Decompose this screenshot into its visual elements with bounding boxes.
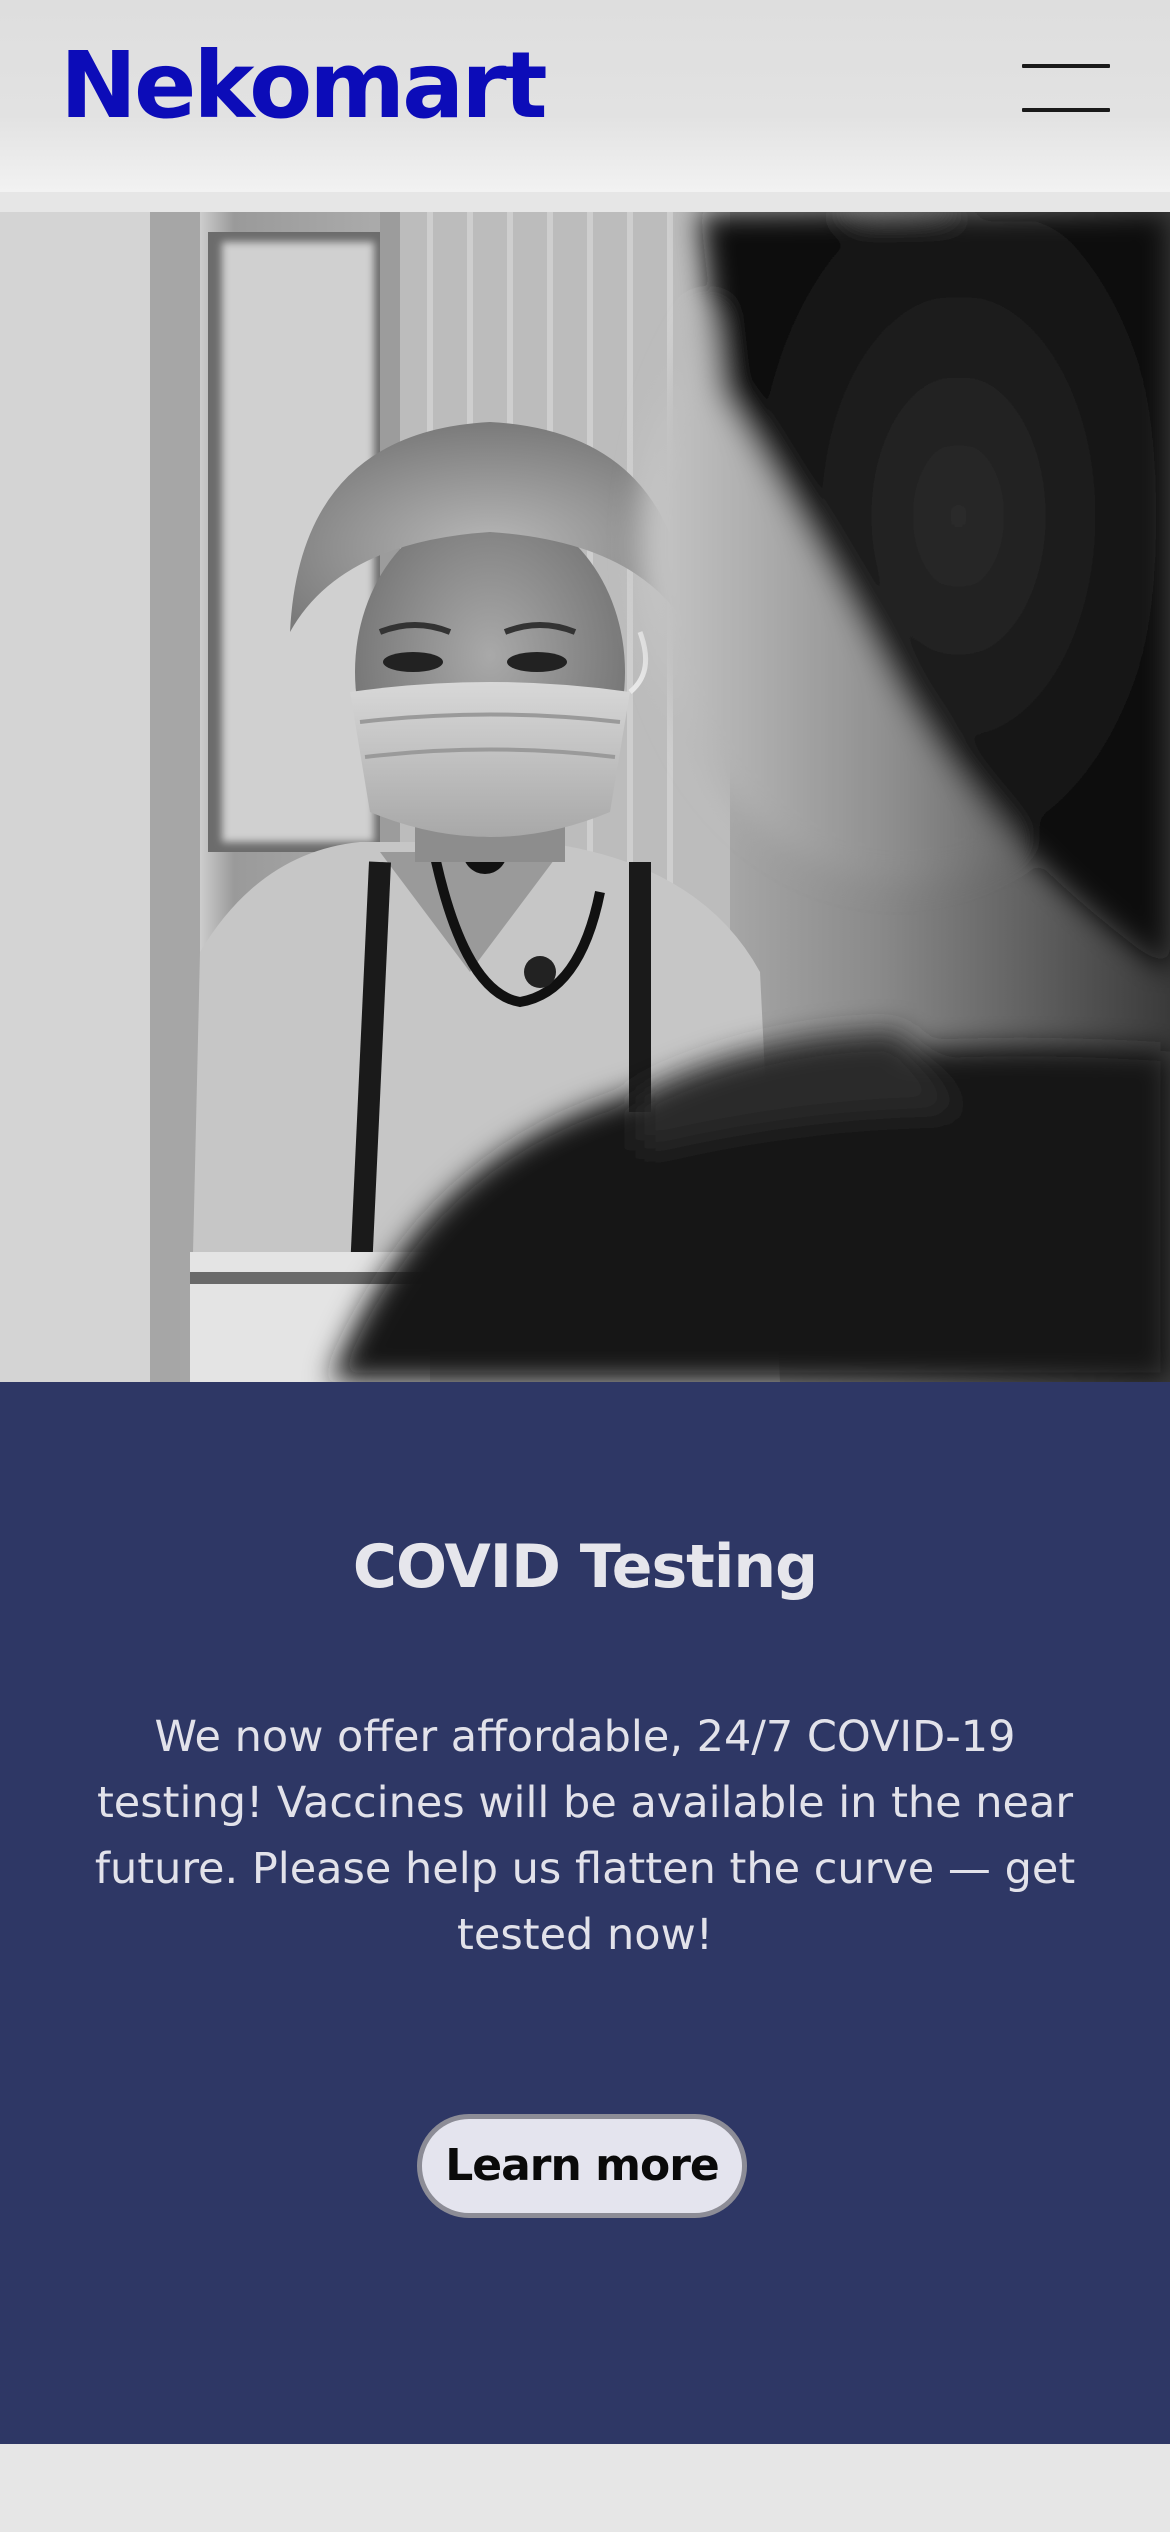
site-header: Nekomart [0, 0, 1170, 192]
covid-testing-section: COVID Testing We now offer affordable, 2… [0, 1382, 1170, 2444]
menu-line-bottom [1022, 108, 1110, 112]
menu-line-top [1022, 64, 1110, 68]
section-body-text: We now offer affordable, 24/7 COVID-19 t… [94, 1712, 1076, 1960]
hero-image [0, 212, 1170, 1382]
hamburger-menu-icon[interactable] [1022, 60, 1116, 120]
section-title: COVID Testing [352, 1532, 818, 1602]
footer-strip [0, 2444, 1170, 2532]
logo[interactable]: Nekomart [60, 40, 548, 132]
page: Nekomart COVID Testing We now offer affo… [0, 0, 1170, 2532]
learn-more-button[interactable]: Learn more [417, 2114, 747, 2218]
